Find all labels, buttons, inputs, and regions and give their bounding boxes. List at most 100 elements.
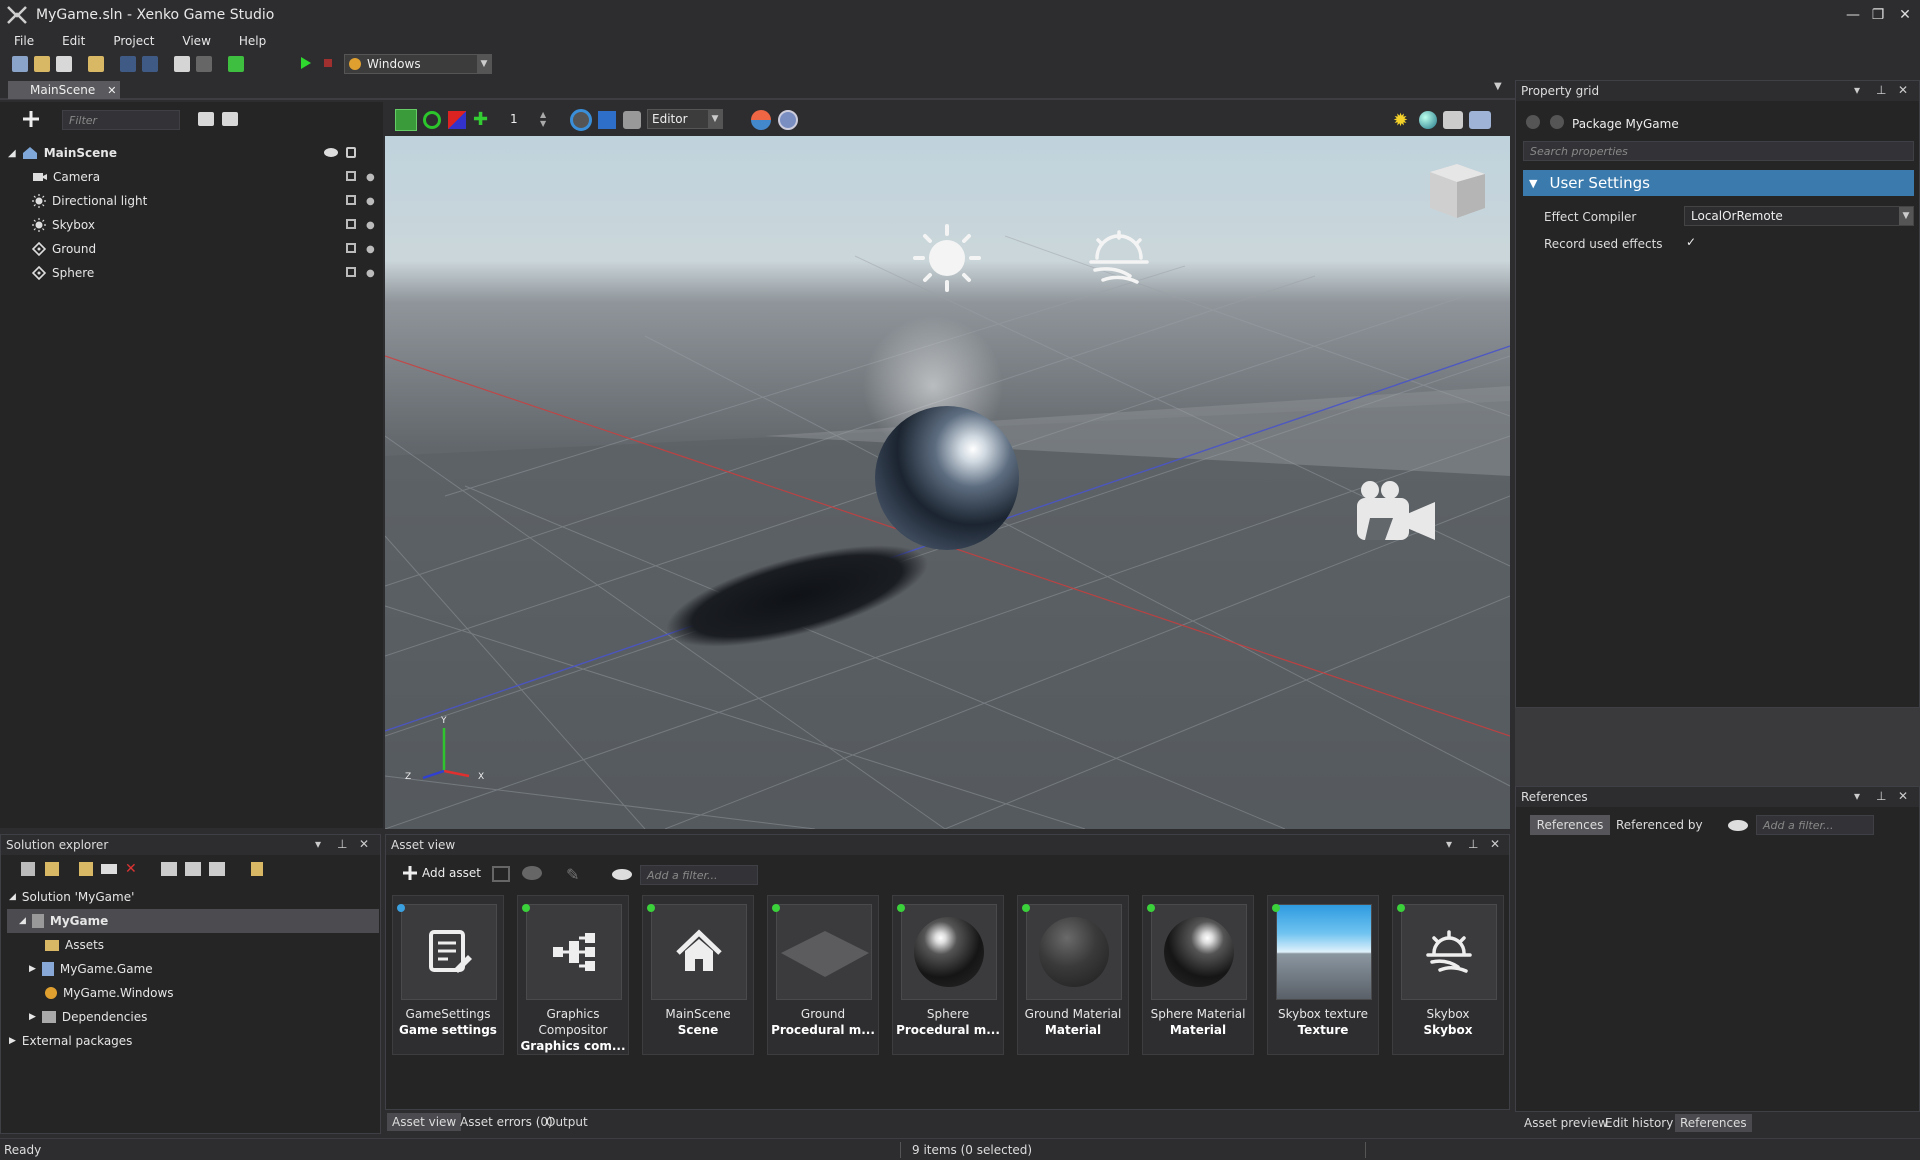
project-mygame-windows[interactable]: MyGame.Windows xyxy=(45,981,174,1005)
panel-menu-icon[interactable]: ▾ xyxy=(1854,789,1860,803)
tab-output[interactable]: Output xyxy=(541,1113,593,1131)
close-panel-icon[interactable]: ✕ xyxy=(1490,837,1500,851)
asset-tile-mainscene[interactable]: MainScene Scene xyxy=(642,895,754,1055)
new-project-icon[interactable] xyxy=(21,862,35,876)
delete-icon[interactable]: ✕ xyxy=(125,861,137,877)
create-prefab-icon[interactable] xyxy=(522,866,542,880)
tab-asset-view[interactable]: Asset view xyxy=(387,1113,462,1131)
show-in-explorer-icon[interactable] xyxy=(251,862,263,876)
platform-select[interactable]: Windows ▼ xyxy=(344,54,492,74)
expand-all-icon[interactable] xyxy=(198,112,214,126)
snap-value[interactable]: 1 xyxy=(510,112,518,126)
hierarchy-item-camera[interactable]: Camera xyxy=(32,165,100,189)
tab-mainscene[interactable]: MainScene ✕ xyxy=(8,81,120,99)
expand-arrow-icon[interactable]: ▶ xyxy=(29,1012,36,1022)
expand-all-icon[interactable] xyxy=(161,862,177,876)
lock-icon[interactable] xyxy=(346,147,356,158)
visual-studio-icon[interactable] xyxy=(174,56,190,72)
expand-arrow-icon[interactable]: ▶ xyxy=(9,1036,16,1046)
collapse-all-icon[interactable] xyxy=(222,112,238,126)
collapse-all-icon[interactable] xyxy=(185,862,201,876)
hierarchy-item-ground[interactable]: Ground xyxy=(32,237,96,261)
lock-icon[interactable] xyxy=(346,219,356,229)
close-window-button[interactable]: ✕ xyxy=(1890,4,1920,26)
tab-overflow-icon[interactable]: ▼ xyxy=(1494,81,1502,92)
effect-compiler-select[interactable]: LocalOrRemote ▼ xyxy=(1684,206,1914,226)
pin-icon[interactable]: ⊥ xyxy=(1468,837,1478,851)
menu-project[interactable]: Project xyxy=(99,34,168,48)
pick-icon[interactable]: ● xyxy=(366,220,375,231)
lighting-gizmo-icon[interactable]: ✹ xyxy=(1393,110,1408,131)
back-icon[interactable] xyxy=(1526,115,1540,129)
expand-arrow-icon[interactable]: ▶ xyxy=(29,964,36,974)
edit-asset-icon[interactable]: ✎ xyxy=(566,865,579,884)
menu-view[interactable]: View xyxy=(168,34,224,48)
hierarchy-root-mainscene[interactable]: ◢ MainScene xyxy=(8,141,378,165)
references-filter-input[interactable]: Add a filter... xyxy=(1756,815,1874,835)
scale-gizmo-icon[interactable] xyxy=(448,111,466,129)
restore-button[interactable]: ❐ xyxy=(1863,4,1893,26)
menu-help[interactable]: Help xyxy=(225,34,280,48)
rotate-gizmo-icon[interactable] xyxy=(423,111,441,129)
open-folder-icon[interactable] xyxy=(34,56,50,72)
forward-icon[interactable] xyxy=(1550,115,1564,129)
material-gizmo-icon[interactable] xyxy=(1419,111,1437,129)
menu-file[interactable]: File xyxy=(0,34,48,48)
undo-icon[interactable] xyxy=(120,56,136,72)
close-tab-icon[interactable]: ✕ xyxy=(107,84,116,97)
local-space-icon[interactable] xyxy=(598,111,616,129)
solution-root[interactable]: ◢ Solution 'MyGame' xyxy=(9,885,134,909)
tab-edit-history[interactable]: Edit history xyxy=(1600,1114,1678,1132)
folder-dependencies[interactable]: ▶ Dependencies xyxy=(29,1005,147,1029)
expand-arrow-icon[interactable]: ◢ xyxy=(19,916,26,926)
asset-tile-gamesettings[interactable]: GameSettings Game settings xyxy=(392,895,504,1055)
lock-icon[interactable] xyxy=(346,195,356,205)
close-panel-icon[interactable]: ✕ xyxy=(1898,789,1908,803)
asset-filter-input[interactable]: Add a filter... xyxy=(640,865,758,885)
folder-assets[interactable]: Assets xyxy=(45,933,104,957)
record-used-effects-checkbox[interactable]: ✓ xyxy=(1686,235,1700,249)
new-folder-icon[interactable] xyxy=(45,862,59,876)
hierarchy-item-skybox[interactable]: Skybox xyxy=(32,213,95,237)
user-settings-section[interactable]: ▼ User Settings xyxy=(1523,170,1914,196)
open-folder-icon[interactable] xyxy=(79,862,93,876)
asset-tile-ground[interactable]: Ground Procedural m... xyxy=(767,895,879,1055)
tab-references-bottom[interactable]: References xyxy=(1675,1114,1752,1132)
tab-references[interactable]: References xyxy=(1530,815,1610,835)
lock-icon[interactable] xyxy=(346,243,356,253)
asset-tile-ground-material[interactable]: Ground Material Material xyxy=(1017,895,1129,1055)
eye-icon[interactable] xyxy=(1728,820,1748,831)
stop-icon[interactable] xyxy=(324,59,332,67)
hierarchy-item-directional-light[interactable]: Directional light xyxy=(32,189,147,213)
sync-icon[interactable] xyxy=(209,862,225,876)
add-entity-icon[interactable] xyxy=(22,110,40,128)
translate-gizmo-icon[interactable] xyxy=(395,109,417,131)
asset-tile-sphere[interactable]: Sphere Procedural m... xyxy=(892,895,1004,1055)
pick-icon[interactable]: ● xyxy=(366,196,375,207)
hierarchy-item-sphere[interactable]: Sphere xyxy=(32,261,94,285)
render-mode-icon[interactable] xyxy=(751,110,771,130)
save-icon[interactable] xyxy=(56,56,72,72)
pin-icon[interactable]: ⊥ xyxy=(1876,789,1886,803)
snap-icon[interactable]: ✚ xyxy=(473,110,493,130)
hierarchy-filter-input[interactable]: Filter xyxy=(62,110,180,130)
navigation-mesh-icon[interactable] xyxy=(778,110,798,130)
pick-icon[interactable]: ● xyxy=(366,244,375,255)
new-solution-icon[interactable] xyxy=(12,56,28,72)
world-space-icon[interactable] xyxy=(570,109,592,131)
scene-viewport[interactable]: Y X Z xyxy=(385,136,1510,829)
panel-menu-icon[interactable]: ▾ xyxy=(1446,837,1452,851)
import-asset-icon[interactable] xyxy=(492,866,510,882)
rename-icon[interactable] xyxy=(101,864,117,874)
asset-tile-skybox-texture[interactable]: Skybox texture Texture xyxy=(1267,895,1379,1055)
search-properties-input[interactable]: Search properties xyxy=(1523,141,1914,161)
close-panel-icon[interactable]: ✕ xyxy=(1898,83,1908,97)
expand-arrow-icon[interactable]: ◢ xyxy=(8,148,16,159)
camera-settings-icon[interactable] xyxy=(623,111,641,129)
build-icon[interactable] xyxy=(196,56,212,72)
panel-menu-icon[interactable]: ▾ xyxy=(1854,83,1860,97)
close-panel-icon[interactable]: ✕ xyxy=(359,837,369,851)
pick-icon[interactable]: ● xyxy=(366,172,375,183)
panel-menu-icon[interactable]: ▾ xyxy=(315,837,321,851)
skybox-gizmo-icon[interactable] xyxy=(1089,230,1149,284)
